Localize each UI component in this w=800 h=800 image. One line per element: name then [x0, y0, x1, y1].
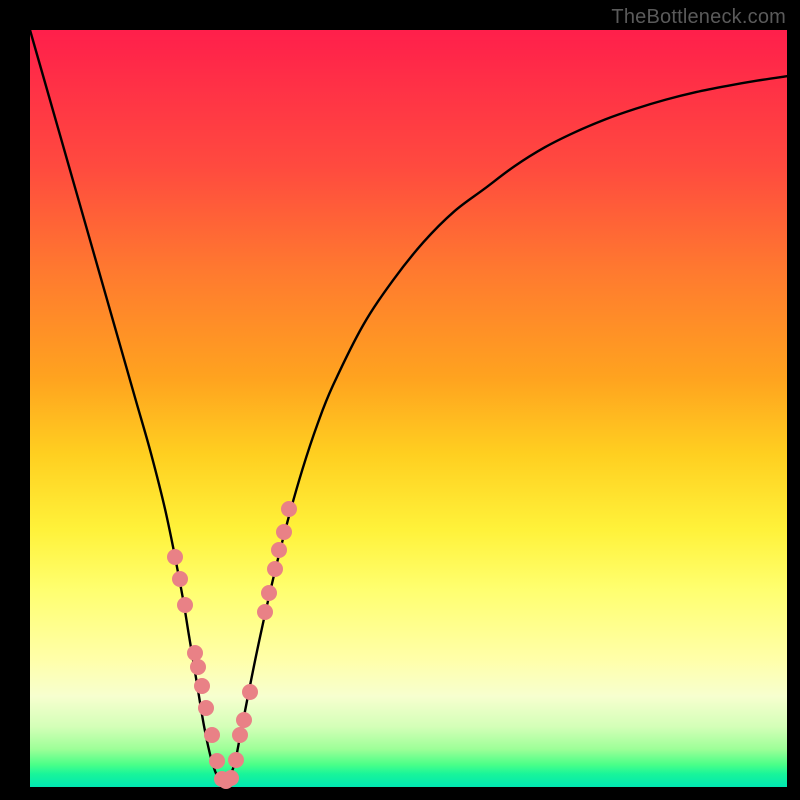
bottleneck-curve: [30, 30, 787, 782]
curve-layer: [30, 30, 787, 787]
chart-stage: TheBottleneck.com: [0, 0, 800, 800]
plot-area: [30, 30, 787, 787]
watermark-text: TheBottleneck.com: [611, 6, 786, 29]
